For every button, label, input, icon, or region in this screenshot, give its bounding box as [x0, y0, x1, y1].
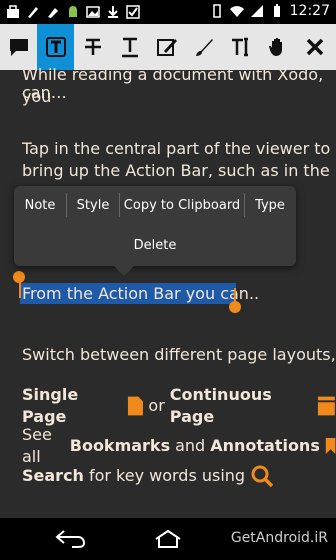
menu-row: Note Style Copy to Clipboard Type [14, 186, 296, 224]
doc-para2-line1: Tap in the central part of the viewer to [22, 139, 331, 158]
battery-icon [270, 4, 284, 18]
pen-icon [26, 4, 40, 18]
selection-end-handle[interactable] [229, 301, 241, 313]
vibrate-icon [210, 4, 224, 18]
single-page-link[interactable]: Single Page [22, 384, 122, 428]
text-t-icon [45, 37, 66, 57]
search-icon [251, 465, 274, 488]
style-button[interactable]: Style [67, 186, 119, 224]
note-button[interactable]: Note [14, 186, 66, 224]
continuous-page-link[interactable]: Continuous Page [170, 384, 312, 428]
doc-line-1: While reading a document with Xodo, you [22, 65, 324, 106]
watermark: GetAndroid.iR [230, 530, 328, 546]
free-text-icon [156, 39, 177, 56]
bookmark-icon [325, 438, 336, 454]
delete-button[interactable]: Delete [14, 230, 296, 260]
menu-pointer [114, 266, 134, 276]
status-bar: 12:27 [0, 0, 336, 24]
selection-start-handle[interactable] [13, 271, 25, 283]
close-icon [306, 38, 323, 56]
doc-line-2: can… [22, 83, 67, 102]
selected-text-suffix: .. [248, 284, 260, 303]
speech-bubble-icon [9, 39, 28, 56]
and-text: and [175, 436, 206, 455]
or-text: or [148, 396, 165, 415]
doc-para2-line2: bring up the Action Bar, such as in the [22, 161, 330, 180]
download-icon [106, 4, 120, 18]
paint-icon [46, 4, 60, 18]
annotations-link[interactable]: Annotations [210, 435, 320, 457]
signal-icon [250, 4, 264, 18]
clock: 12:27 [289, 3, 330, 19]
navigation-bar: GetAndroid.iR [0, 518, 336, 560]
strikeout-icon [84, 38, 101, 55]
selected-text-content: From the Action Bar you can [22, 284, 249, 303]
continuous-page-icon [318, 396, 336, 416]
search-rest-text: for key words using [88, 466, 246, 485]
search-link[interactable]: Search [22, 465, 84, 487]
underline-icon [121, 37, 138, 58]
see-all-text: See all [22, 425, 52, 466]
bookmarks-link[interactable]: Bookmarks [70, 435, 170, 457]
layout-line: Single Page or Continuous Page [22, 384, 336, 428]
home-icon [155, 529, 181, 548]
image-icon [86, 4, 100, 18]
home-button[interactable] [148, 526, 188, 552]
pen-brush-icon [195, 39, 213, 56]
text-context-menu: Note Style Copy to Clipboard Type Delete [14, 186, 296, 266]
text-cursor-icon [231, 37, 248, 57]
single-page-icon [127, 396, 143, 416]
copy-to-clipboard-button[interactable]: Copy to Clipboard [120, 186, 244, 224]
notification-icons [6, 4, 140, 19]
type-button[interactable]: Type [245, 186, 295, 224]
selected-text[interactable]: From the Action Bar you can.. [22, 283, 259, 305]
bag-icon [6, 4, 20, 18]
search-line: Search for key words using [22, 464, 274, 488]
system-icons: 12:27 [210, 3, 330, 19]
hand-icon [268, 38, 282, 56]
layouts-text: Switch between different page layouts, [22, 345, 336, 364]
android-icon [66, 4, 80, 18]
back-icon [55, 530, 86, 548]
checkbox-icon [126, 4, 140, 19]
bookmarks-line: See all Bookmarks and Annotations [22, 424, 336, 468]
back-button[interactable] [50, 526, 90, 552]
wifi-icon [229, 4, 244, 18]
